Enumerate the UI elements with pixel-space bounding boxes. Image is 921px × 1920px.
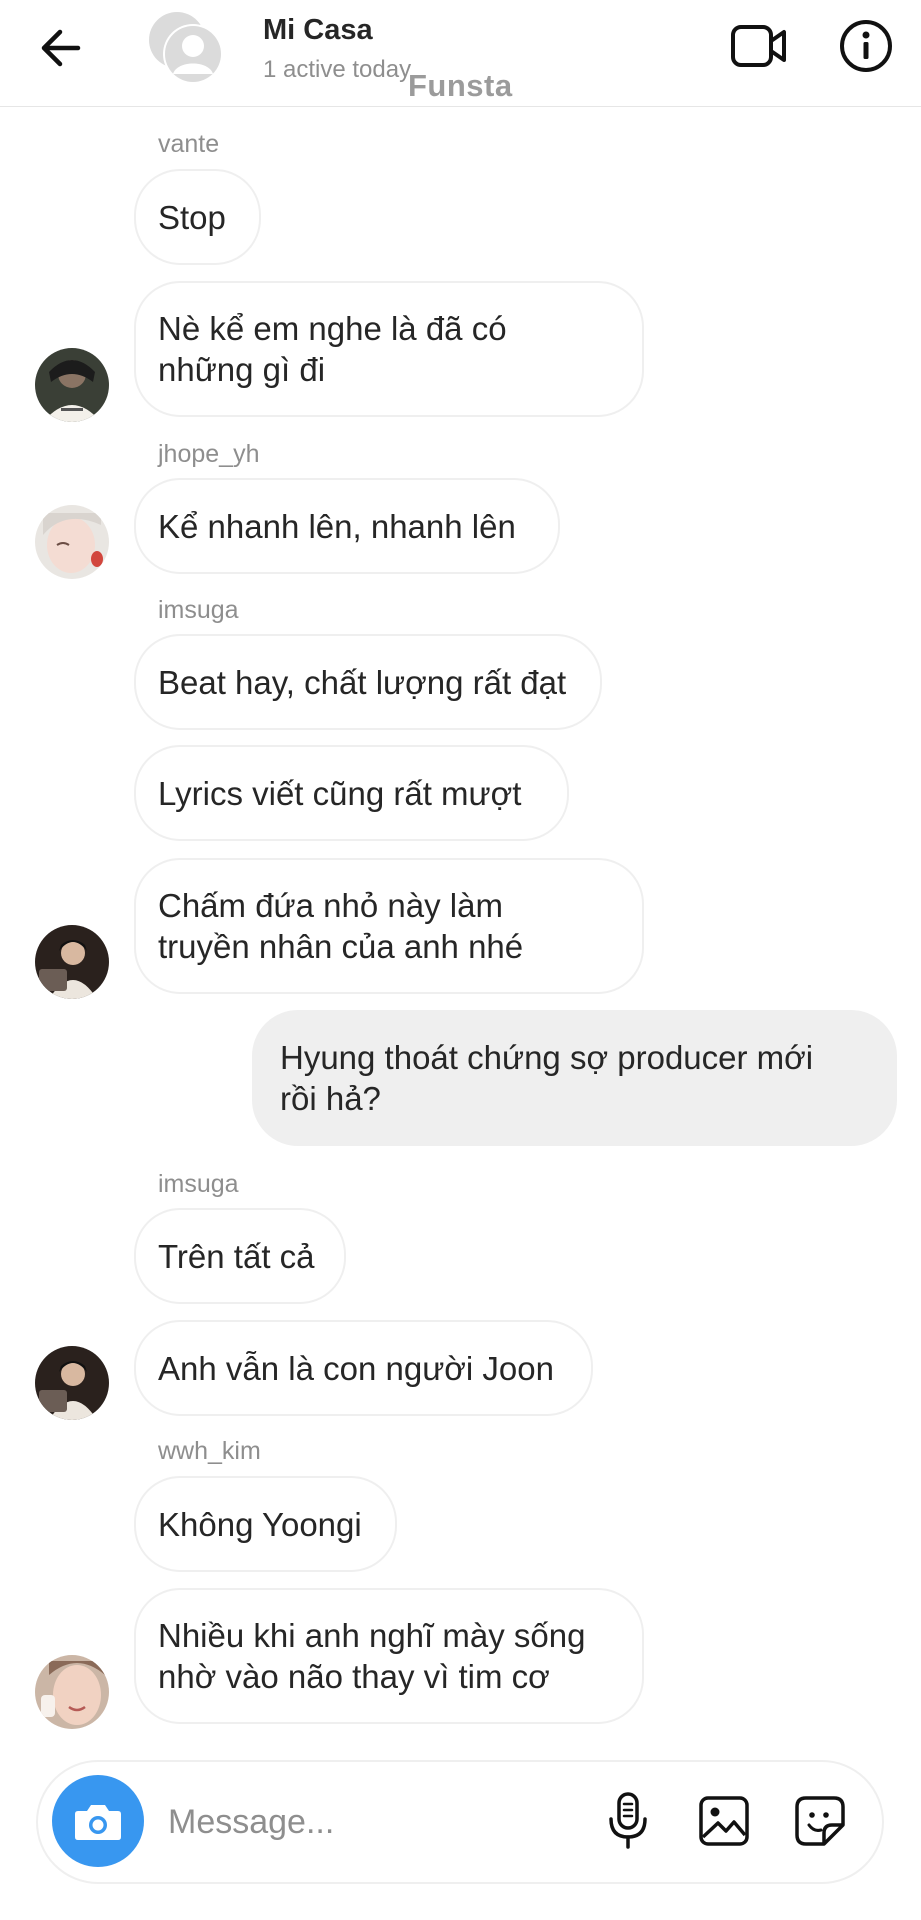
message-bubble[interactable]: Kể nhanh lên, nhanh lên (134, 478, 560, 574)
avatar[interactable] (35, 1346, 109, 1420)
sender-name: imsuga (158, 1170, 239, 1198)
message-bubble-sent[interactable]: Hyung thoát chứng sợ producer mới rồi hả… (252, 1010, 897, 1146)
message-bubble[interactable]: Anh vẫn là con người Joon (134, 1320, 593, 1416)
sender-name: wwh_kim (158, 1437, 261, 1465)
info-icon (840, 20, 892, 72)
message-input[interactable] (166, 1795, 590, 1849)
arrow-left-icon (41, 29, 81, 67)
message-bubble[interactable]: Chấm đứa nhỏ này làm truyền nhân của anh… (134, 858, 644, 994)
sender-name: jhope_yh (158, 440, 260, 468)
info-button[interactable] (836, 16, 896, 76)
message-bubble[interactable]: Stop (134, 169, 261, 265)
avatar[interactable] (35, 1655, 109, 1729)
camera-button[interactable] (52, 1775, 144, 1867)
message-bubble[interactable]: Trên tất cả (134, 1208, 346, 1304)
watermark: Funsta (408, 68, 513, 103)
message-bubble[interactable]: Không Yoongi (134, 1476, 397, 1572)
chat-status: 1 active today (263, 56, 412, 83)
sender-name: imsuga (158, 596, 239, 624)
gallery-button[interactable] (696, 1793, 752, 1849)
message-bubble[interactable]: Nè kể em nghe là đã có những gì đi (134, 281, 644, 417)
image-icon (699, 1796, 749, 1846)
microphone-icon (609, 1792, 647, 1849)
camera-icon (75, 1805, 121, 1840)
message-bubble[interactable]: Nhiều khi anh nghĩ mày sống nhờ vào não … (134, 1588, 644, 1724)
voice-message-button[interactable] (600, 1790, 656, 1852)
chat-header: Mi Casa 1 active today Funsta (0, 0, 921, 107)
message-bubble[interactable]: Lyrics viết cũng rất mượt (134, 745, 569, 841)
group-avatar[interactable] (145, 8, 225, 88)
chat-title[interactable]: Mi Casa (263, 14, 373, 47)
sticker-icon (795, 1796, 845, 1846)
video-camera-icon (731, 25, 786, 67)
default-profile-icon (149, 12, 223, 84)
avatar[interactable] (35, 925, 109, 999)
avatar[interactable] (35, 348, 109, 422)
message-bubble[interactable]: Beat hay, chất lượng rất đạt (134, 634, 602, 730)
sender-name: vante (158, 130, 220, 158)
sticker-button[interactable] (792, 1793, 848, 1849)
back-button[interactable] (30, 22, 90, 74)
video-call-button[interactable] (728, 18, 790, 74)
avatar[interactable] (35, 505, 109, 579)
